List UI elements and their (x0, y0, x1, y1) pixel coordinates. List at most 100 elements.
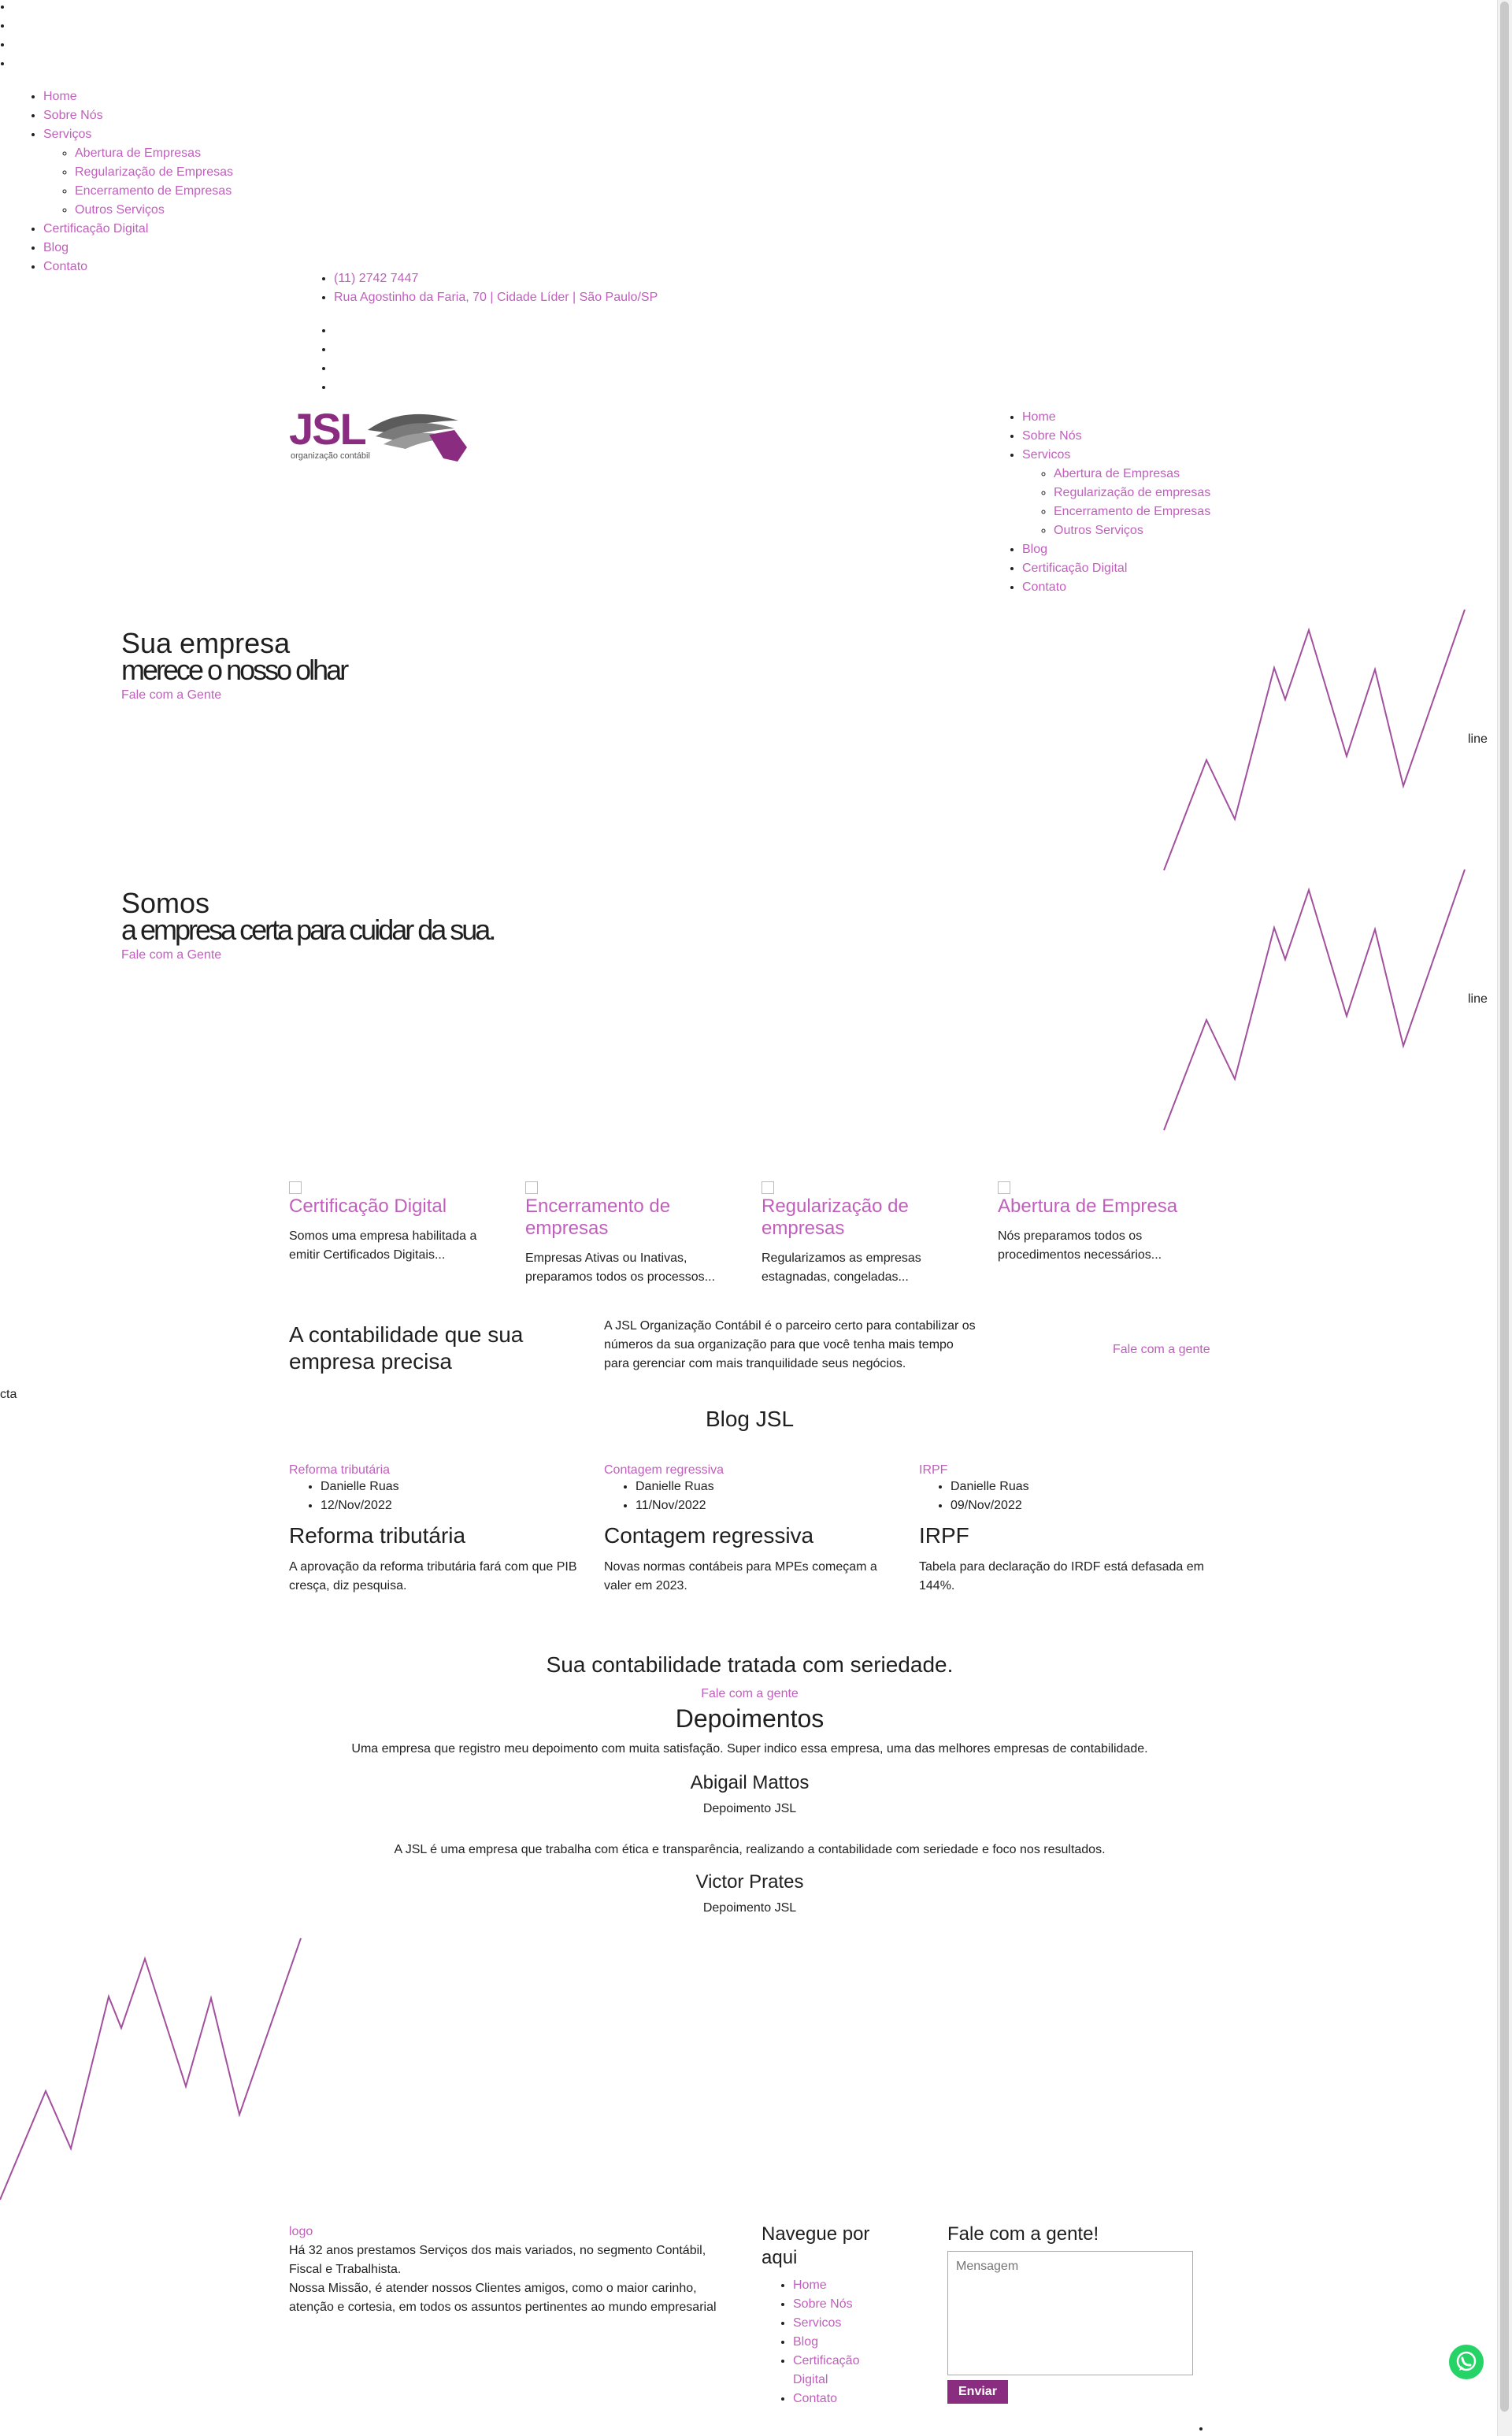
mobile-menu-item-blog[interactable]: Blog (43, 239, 233, 258)
footer-nav-link[interactable]: Sobre Nós (793, 2297, 853, 2311)
phone-link[interactable]: (11) 2742 7447 (334, 272, 418, 285)
footer-logo-broken[interactable]: logo (289, 2225, 313, 2238)
mobile-menu-item-about[interactable]: Sobre Nós (43, 106, 233, 125)
footer-nav-item[interactable]: Sobre Nós (793, 2295, 895, 2314)
main-menu-link[interactable]: Servicos (1022, 448, 1070, 462)
service-icon-broken (762, 1181, 774, 1194)
mobile-menu-item-contato[interactable]: Contato (43, 258, 233, 276)
main-submenu-item[interactable]: Abertura de Empresas (1054, 465, 1210, 484)
hero-slide-2: Somos a empresa certa para cuidar da sua… (121, 889, 496, 962)
footer-nav-item[interactable]: Contato (793, 2390, 895, 2408)
service-card-certificacao[interactable]: Certificação Digital Somos uma empresa h… (289, 1181, 494, 1265)
mobile-submenu-item[interactable]: Abertura de Empresas (75, 144, 233, 163)
mobile-submenu-link[interactable]: Abertura de Empresas (75, 146, 201, 160)
blog-post-title[interactable]: Contagem regressiva (604, 1523, 903, 1548)
main-menu-item-certificacao[interactable]: Certificação Digital (1022, 559, 1210, 578)
page-scrollbar[interactable] (1497, 0, 1512, 2436)
main-submenu-item[interactable]: Encerramento de Empresas (1054, 502, 1210, 521)
footer-nav-link[interactable]: Certificação Digital (793, 2354, 859, 2386)
mobile-menu-link[interactable]: Sobre Nós (43, 109, 103, 122)
scrollbar-thumb[interactable] (1500, 2, 1509, 2412)
blog-post-card[interactable]: Reforma tributária Danielle Ruas 12/Nov/… (289, 1463, 588, 1596)
site-logo[interactable]: JSL organização contábil (289, 406, 470, 465)
blog-post-title[interactable]: IRPF (919, 1523, 1218, 1548)
mobile-submenu-link[interactable]: Encerramento de Empresas (75, 184, 232, 198)
mobile-submenu-item[interactable]: Encerramento de Empresas (75, 182, 233, 201)
mobile-menu-link[interactable]: Certificação Digital (43, 222, 148, 235)
footer-nav-item[interactable]: Home (793, 2276, 895, 2295)
blog-post-title[interactable]: Reforma tributária (289, 1523, 588, 1548)
blog-post-image[interactable]: IRPF (919, 1463, 947, 1477)
blog-post-excerpt: A aprovação da reforma tributária fará c… (289, 1560, 577, 1592)
main-submenu-item[interactable]: Outros Serviços (1054, 521, 1210, 540)
mobile-submenu-link[interactable]: Outros Serviços (75, 203, 165, 217)
hero-title-line1: Sua empresa (121, 627, 291, 659)
main-submenu-link[interactable]: Abertura de Empresas (1054, 467, 1180, 480)
hero-title-line2: a empresa certa para cuidar da sua. (121, 914, 496, 946)
main-menu-item-contato[interactable]: Contato (1022, 578, 1210, 597)
testimonial-image-broken: Depoimento JSL (702, 1802, 797, 1815)
main-menu-link[interactable]: Sobre Nós (1022, 429, 1082, 443)
mobile-submenu-link[interactable]: Regularização de Empresas (75, 165, 233, 179)
address-item[interactable]: Rua Agostinho da Faria, 70 | Cidade Líde… (334, 288, 658, 307)
main-submenu-link[interactable]: Regularização de empresas (1054, 486, 1210, 499)
blog-post-date: 11/Nov/2022 (636, 1496, 903, 1515)
footer-nav-link[interactable]: Home (793, 2278, 827, 2292)
mobile-menu-item-home[interactable]: Home (43, 87, 233, 106)
message-field[interactable] (947, 2251, 1193, 2375)
main-submenu-item[interactable]: Regularização de empresas (1054, 484, 1210, 502)
footer-nav-item[interactable]: Certificação Digital (793, 2352, 895, 2390)
main-submenu-link[interactable]: Encerramento de Empresas (1054, 505, 1210, 518)
footer-nav-item[interactable]: Servicos (793, 2314, 895, 2333)
service-card-title[interactable]: Abertura de Empresa (998, 1196, 1203, 1218)
mobile-menu-link[interactable]: Home (43, 90, 77, 103)
mobile-submenu-item[interactable]: Regularização de Empresas (75, 163, 233, 182)
mobile-menu-link[interactable]: Serviços (43, 128, 91, 141)
hero-cta-link[interactable]: Fale com a Gente (121, 688, 346, 703)
main-menu-link[interactable]: Contato (1022, 580, 1066, 594)
mobile-submenu-item[interactable]: Outros Serviços (75, 201, 233, 220)
hero-slide-1: Sua empresa merece o nosso olhar Fale co… (121, 627, 349, 703)
blog-post-card[interactable]: Contagem regressiva Danielle Ruas 11/Nov… (604, 1463, 903, 1596)
whatsapp-button[interactable] (1449, 2345, 1484, 2379)
cta-band-link[interactable]: Fale com a gente (1113, 1343, 1210, 1357)
blog-post-author: Danielle Ruas (321, 1478, 588, 1496)
submit-button[interactable]: Enviar (947, 2380, 1008, 2404)
mobile-menu-link[interactable]: Contato (43, 260, 87, 273)
footer-nav-item[interactable]: Blog (793, 2333, 895, 2352)
mobile-menu-item-services[interactable]: Serviços Abertura de Empresas Regulariza… (43, 125, 233, 220)
main-menu-item-about[interactable]: Sobre Nós (1022, 427, 1210, 446)
main-menu-item-services[interactable]: Servicos Abertura de Empresas Regulariza… (1022, 446, 1210, 540)
main-menu-link[interactable]: Blog (1022, 543, 1047, 556)
social-list (302, 321, 334, 397)
main-menu-item-home[interactable]: Home (1022, 408, 1210, 427)
footer-nav-link[interactable]: Blog (793, 2335, 818, 2349)
hero-line-graphic-2 (1163, 869, 1466, 1131)
service-card-regularizacao[interactable]: Regularização de empresas Regularizamos … (762, 1181, 966, 1287)
address-link[interactable]: Rua Agostinho da Faria, 70 | Cidade Líde… (334, 291, 658, 304)
phone-item[interactable]: (11) 2742 7447 (334, 269, 658, 288)
service-card-text: Nós preparamos todos os procedimentos ne… (998, 1229, 1162, 1262)
hero-cta-link[interactable]: Fale com a Gente (121, 948, 494, 962)
service-card-title[interactable]: Regularização de empresas (762, 1196, 966, 1240)
main-submenu-link[interactable]: Outros Serviços (1054, 524, 1143, 537)
service-card-abertura[interactable]: Abertura de Empresa Nós preparamos todos… (998, 1181, 1203, 1265)
service-card-encerramento[interactable]: Encerramento de empresas Empresas Ativas… (525, 1181, 730, 1287)
blog-post-image[interactable]: Contagem regressiva (604, 1463, 724, 1477)
main-menu-link[interactable]: Home (1022, 410, 1056, 424)
main-menu-link[interactable]: Certificação Digital (1022, 562, 1127, 575)
service-card-title[interactable]: Certificação Digital (289, 1196, 494, 1218)
hero-broken-image-1: line (1468, 732, 1488, 746)
footer-nav-link[interactable]: Contato (793, 2392, 837, 2405)
footer-nav-link[interactable]: Servicos (793, 2316, 841, 2330)
service-icon-broken (525, 1181, 538, 1194)
main-menu-item-blog[interactable]: Blog (1022, 540, 1210, 559)
seriedade-link[interactable]: Fale com a gente (701, 1687, 799, 1700)
mobile-menu-item-certificacao[interactable]: Certificação Digital (43, 220, 233, 239)
service-card-title[interactable]: Encerramento de empresas (525, 1196, 730, 1240)
service-icon-broken (998, 1181, 1010, 1194)
blog-post-image[interactable]: Reforma tributária (289, 1463, 390, 1477)
mobile-menu-link[interactable]: Blog (43, 241, 69, 254)
blog-post-card[interactable]: IRPF Danielle Ruas 09/Nov/2022 IRPF Tabe… (919, 1463, 1218, 1596)
blog-post-date: 09/Nov/2022 (951, 1496, 1218, 1515)
